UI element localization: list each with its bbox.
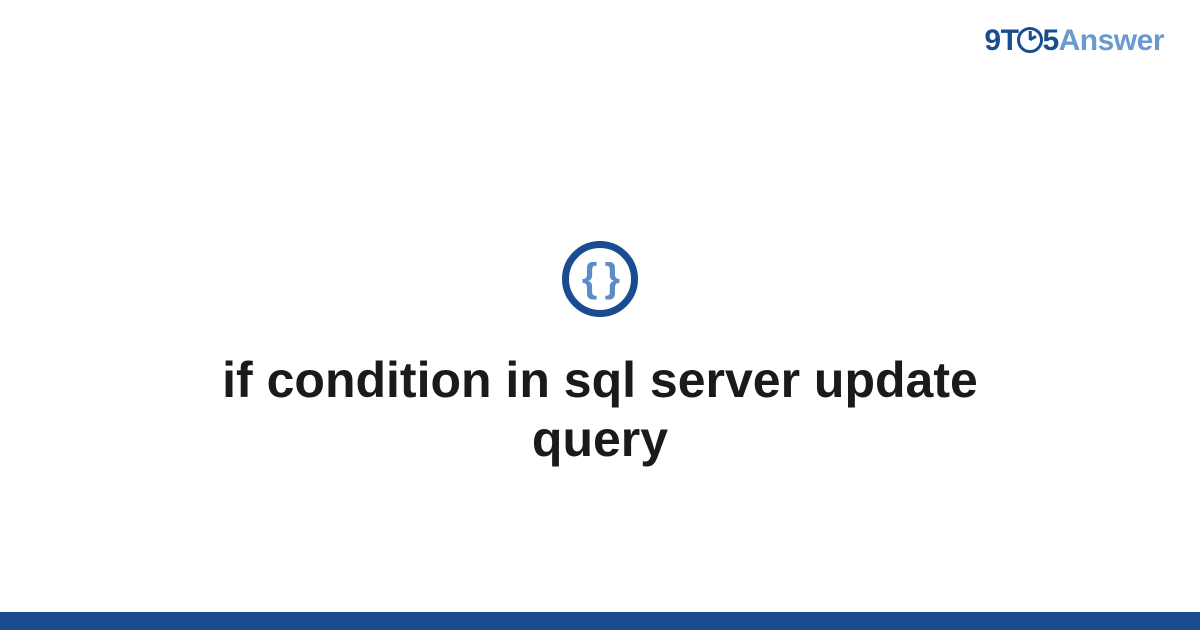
site-logo[interactable]: 9T5Answer xyxy=(984,24,1164,58)
braces-glyph: { } xyxy=(582,258,618,298)
logo-part-five: 5 xyxy=(1042,24,1058,57)
logo-part-t: T xyxy=(1001,24,1019,57)
footer-accent-bar xyxy=(0,612,1200,630)
logo-part-answer: Answer xyxy=(1059,24,1164,57)
page-title: if condition in sql server update query xyxy=(150,351,1050,469)
logo-part-nine: 9 xyxy=(984,24,1000,57)
clock-icon xyxy=(1017,27,1043,53)
main-content: { } if condition in sql server update qu… xyxy=(0,120,1200,590)
code-braces-icon: { } xyxy=(562,241,638,317)
